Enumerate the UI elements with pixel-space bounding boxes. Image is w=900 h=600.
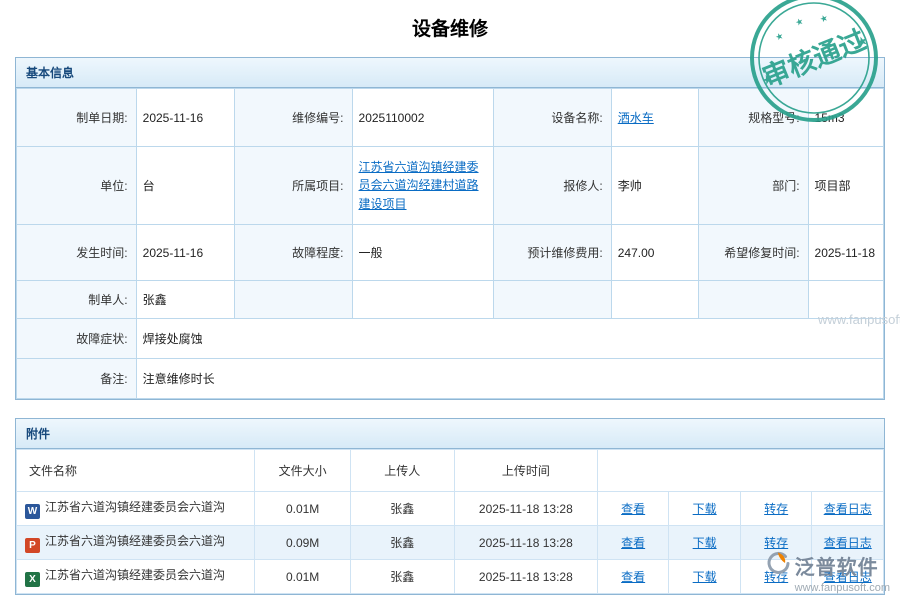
department-value: 项目部: [808, 147, 883, 225]
table-row: P 江苏省六道沟镇经建委员会六道沟 0.09M 张鑫 2025-11-18 13:…: [17, 526, 884, 560]
device-name-link[interactable]: 洒水车: [618, 111, 654, 125]
attachments-header: 附件: [16, 419, 884, 449]
remark-value: 注意维修时长: [136, 359, 883, 399]
view-log-link[interactable]: 查看日志: [824, 502, 872, 516]
empty-cell: [493, 281, 611, 319]
occur-time-label: 发生时间:: [17, 225, 137, 281]
fault-degree-value: 一般: [352, 225, 493, 281]
empty-cell: [352, 281, 493, 319]
col-actions: [597, 450, 883, 492]
attachments-header-row: 文件名称 文件大小 上传人 上传时间: [17, 450, 884, 492]
excel-file-icon: X: [25, 572, 40, 587]
brand-logo: 泛普软件 www.fanpusoft.com: [765, 550, 890, 594]
transfer-link[interactable]: 转存: [764, 502, 788, 516]
repair-no-label: 维修编号:: [234, 89, 352, 147]
col-upload-time: 上传时间: [454, 450, 597, 492]
col-file-name: 文件名称: [17, 450, 255, 492]
maker-value: 张鑫: [136, 281, 234, 319]
basic-info-section: 基本信息 制单日期: 2025-11-16 维修编号: 2025110002 设…: [15, 57, 885, 400]
unit-value: 台: [136, 147, 234, 225]
basic-info-header: 基本信息: [16, 58, 884, 88]
fault-symptom-value: 焊接处腐蚀: [136, 319, 883, 359]
file-name: 江苏省六道沟镇经建委员会六道沟: [45, 568, 225, 582]
word-file-icon: W: [25, 504, 40, 519]
watermark-text: www.fanpusoft.com: [818, 312, 900, 327]
file-size: 0.01M: [255, 492, 350, 526]
download-link[interactable]: 下载: [693, 502, 717, 516]
make-date-value: 2025-11-16: [136, 89, 234, 147]
spec-model-value: 15m3: [808, 89, 883, 147]
page: 设备维修 审核通过 ★ ★ ★ ★ ★ 基本信息 制单日期:: [0, 0, 900, 600]
repair-no-value: 2025110002: [352, 89, 493, 147]
maker-label: 制单人:: [17, 281, 137, 319]
view-link[interactable]: 查看: [621, 502, 645, 516]
brand-name: 泛普软件: [795, 551, 879, 580]
file-name: 江苏省六道沟镇经建委员会六道沟: [45, 500, 225, 514]
attachments-section: 附件 文件名称 文件大小 上传人 上传时间 W 江苏省六道沟镇经建委员会六道沟 0…: [15, 418, 885, 595]
attachments-table: 文件名称 文件大小 上传人 上传时间 W 江苏省六道沟镇经建委员会六道沟 0.01…: [16, 449, 884, 594]
est-cost-label: 预计维修费用:: [493, 225, 611, 281]
uploader: 张鑫: [350, 492, 454, 526]
reporter-label: 报修人:: [493, 147, 611, 225]
fault-degree-label: 故障程度:: [234, 225, 352, 281]
uploader: 张鑫: [350, 560, 454, 594]
reporter-value: 李帅: [611, 147, 699, 225]
fault-symptom-label: 故障症状:: [17, 319, 137, 359]
make-date-label: 制单日期:: [17, 89, 137, 147]
table-row: X 江苏省六道沟镇经建委员会六道沟 0.01M 张鑫 2025-11-18 13:…: [17, 560, 884, 594]
col-uploader: 上传人: [350, 450, 454, 492]
empty-cell: [699, 281, 808, 319]
view-log-link[interactable]: 查看日志: [824, 536, 872, 550]
view-link[interactable]: 查看: [621, 536, 645, 550]
page-title: 设备维修: [0, 0, 900, 41]
fanpu-logo-icon: [765, 550, 791, 581]
empty-cell: [234, 281, 352, 319]
hope-fix-time-value: 2025-11-18: [808, 225, 883, 281]
download-link[interactable]: 下载: [693, 570, 717, 584]
uploader: 张鑫: [350, 526, 454, 560]
empty-cell: [611, 281, 699, 319]
upload-time: 2025-11-18 13:28: [454, 492, 597, 526]
remark-label: 备注:: [17, 359, 137, 399]
project-link[interactable]: 江苏省六道沟镇经建委员会六道沟经建村道路建设项目: [359, 158, 487, 214]
file-name: 江苏省六道沟镇经建委员会六道沟: [45, 534, 225, 548]
department-label: 部门:: [699, 147, 808, 225]
file-size: 0.09M: [255, 526, 350, 560]
view-link[interactable]: 查看: [621, 570, 645, 584]
transfer-link[interactable]: 转存: [764, 536, 788, 550]
brand-url: www.fanpusoft.com: [765, 582, 890, 594]
occur-time-value: 2025-11-16: [136, 225, 234, 281]
unit-label: 单位:: [17, 147, 137, 225]
download-link[interactable]: 下载: [693, 536, 717, 550]
upload-time: 2025-11-18 13:28: [454, 560, 597, 594]
file-size: 0.01M: [255, 560, 350, 594]
ppt-file-icon: P: [25, 538, 40, 553]
device-name-label: 设备名称:: [493, 89, 611, 147]
basic-info-table: 制单日期: 2025-11-16 维修编号: 2025110002 设备名称: …: [16, 88, 884, 399]
est-cost-value: 247.00: [611, 225, 699, 281]
spec-model-label: 规格型号:: [699, 89, 808, 147]
upload-time: 2025-11-18 13:28: [454, 526, 597, 560]
col-file-size: 文件大小: [255, 450, 350, 492]
table-row: W 江苏省六道沟镇经建委员会六道沟 0.01M 张鑫 2025-11-18 13:…: [17, 492, 884, 526]
hope-fix-time-label: 希望修复时间:: [699, 225, 808, 281]
project-label: 所属项目:: [234, 147, 352, 225]
